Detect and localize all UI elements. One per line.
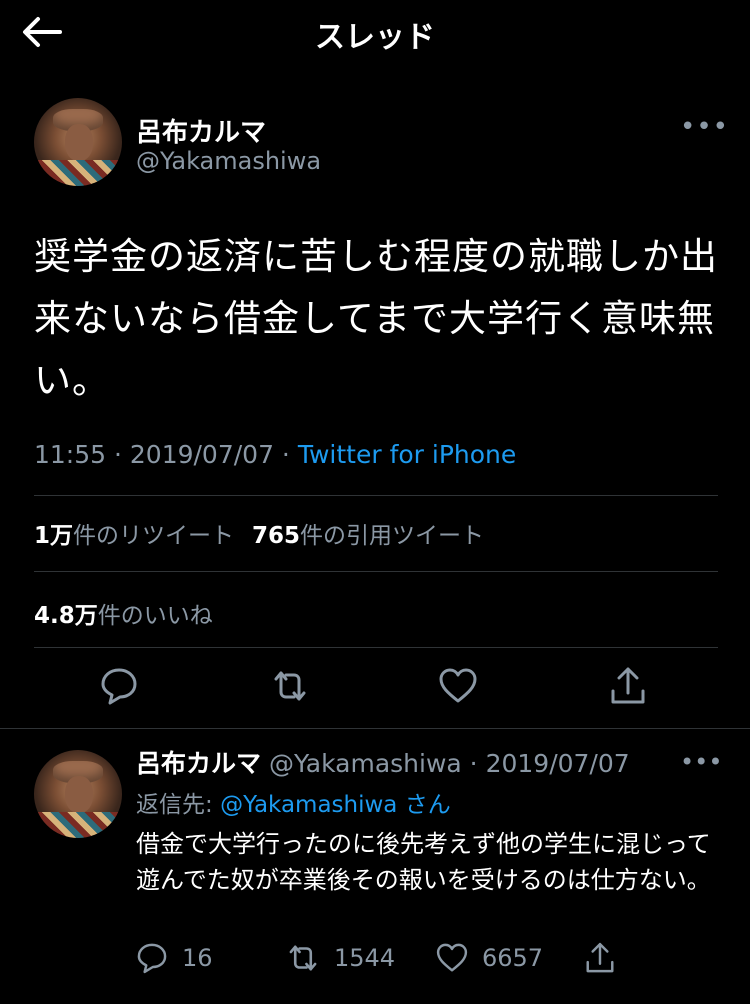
meta-separator: · <box>106 440 130 469</box>
replying-to-handle[interactable]: @Yakamashiwa <box>220 792 397 818</box>
reply-text: 借金で大学行ったのに後先考えず他の学生に混じって遊んでた奴が卒業後その報いを受け… <box>136 830 711 894</box>
reply-bubble-icon <box>134 940 170 976</box>
reply-count: 16 <box>182 944 213 972</box>
likes-label: 件のいいね <box>97 603 213 629</box>
retweets-count: 1万 <box>34 523 74 549</box>
top-bar: スレッド <box>0 0 750 64</box>
reply-avatar[interactable] <box>34 750 122 838</box>
avatar[interactable] <box>34 98 122 186</box>
avatar-face <box>64 124 93 162</box>
likes-stat[interactable]: 4.8万件のいいね <box>34 596 213 630</box>
author-handle[interactable]: @Yakamashiwa <box>136 147 321 175</box>
likes-count: 4.8万 <box>34 603 98 629</box>
tweet-time: 11:55 <box>34 440 107 469</box>
reply-like-button[interactable]: 6657 <box>434 938 543 978</box>
share-icon[interactable] <box>606 664 650 708</box>
quotes-count: 765 <box>252 523 301 549</box>
retweet-stats: 1万件のリツイート 765件の引用ツイート <box>34 516 484 550</box>
reply-actions: 16 1544 6657 <box>0 938 750 982</box>
reply-author-name[interactable]: 呂布カルマ <box>136 749 261 778</box>
tweet-meta: 11:55 · 2019/07/07 · Twitter for iPhone <box>34 440 516 469</box>
reply-author-handle[interactable]: @Yakamashiwa <box>269 749 462 778</box>
reply-date: 2019/07/07 <box>485 749 630 778</box>
avatar-shirt <box>34 159 122 186</box>
page-title: スレッド <box>315 20 435 55</box>
heart-icon[interactable] <box>436 664 480 708</box>
tweet-text: 奨学金の返済に苦しむ程度の就職しか出来ないなら借金してまで大学行く意味無い。 <box>34 235 718 402</box>
replying-to-suffix: さん <box>397 792 451 818</box>
reply-bubble-icon[interactable] <box>97 664 141 708</box>
divider <box>34 647 718 648</box>
tweet-source-link[interactable]: Twitter for iPhone <box>298 440 516 469</box>
divider <box>0 728 750 729</box>
avatar-face <box>64 776 93 814</box>
quotes-stat[interactable]: 765件の引用ツイート <box>252 523 484 549</box>
divider <box>34 495 718 496</box>
reply-share-button[interactable] <box>582 938 618 978</box>
meta-separator: · <box>461 749 486 778</box>
reply-more-options-icon[interactable]: ••• <box>680 748 722 776</box>
retweets-stat[interactable]: 1万件のリツイート <box>34 523 234 549</box>
reply-retweet-button[interactable]: 1544 <box>284 938 395 978</box>
replying-to: 返信先: @Yakamashiwa さん <box>136 785 451 819</box>
reply-reply-button[interactable]: 16 <box>134 938 213 978</box>
retweet-icon <box>284 939 322 977</box>
meta-separator: · <box>273 440 298 469</box>
quotes-label: 件の引用ツイート <box>300 523 485 549</box>
like-count: 6657 <box>482 944 544 972</box>
divider <box>34 571 718 572</box>
replying-to-prefix: 返信先: <box>136 792 221 818</box>
retweets-label: 件のリツイート <box>73 523 235 549</box>
share-icon <box>582 940 618 976</box>
retweet-count: 1544 <box>334 944 396 972</box>
more-options-icon[interactable]: ••• <box>680 112 729 142</box>
heart-icon <box>434 940 470 976</box>
tweet-date: 2019/07/07 <box>129 440 274 469</box>
retweet-icon[interactable] <box>268 664 312 708</box>
reply-header: 呂布カルマ @Yakamashiwa · 2019/07/07 <box>136 744 630 780</box>
tweet-actions <box>0 664 750 714</box>
author-name[interactable]: 呂布カルマ <box>136 112 266 149</box>
avatar-shirt <box>34 811 122 838</box>
